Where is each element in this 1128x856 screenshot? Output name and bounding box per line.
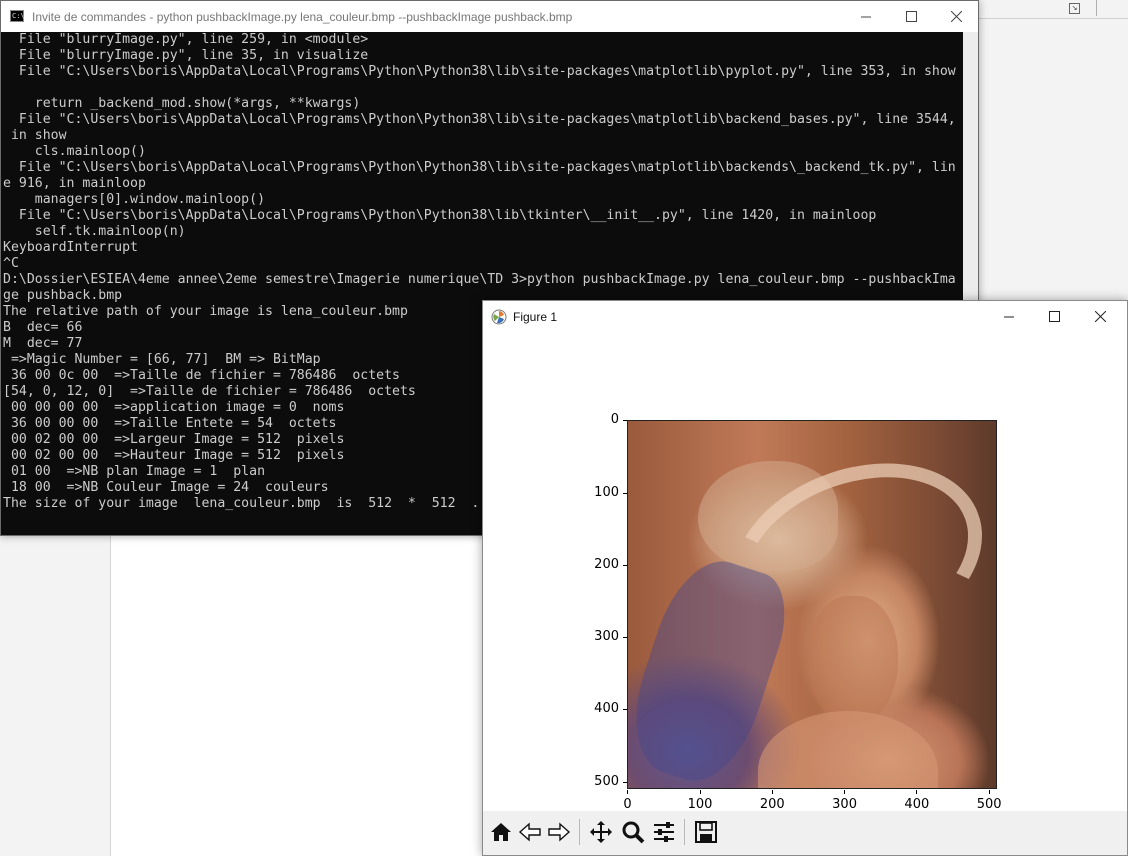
console-line: self.tk.mainloop(n) [3, 224, 186, 239]
y-tick-mark [623, 492, 627, 494]
x-tick-label: 400 [904, 797, 930, 812]
y-tick-mark [623, 564, 627, 566]
x-tick-label: 500 [976, 797, 1002, 812]
forward-button[interactable] [545, 817, 573, 847]
ribbon-separator [1096, 0, 1097, 16]
back-button[interactable] [516, 817, 544, 847]
y-tick-label: 0 [610, 412, 619, 428]
console-line: return _backend_mod.show(*args, **kwargs… [3, 96, 361, 111]
minimize-button[interactable] [843, 1, 889, 32]
figure-canvas[interactable]: 0 100 200 300 400 500 0 100 200 300 400 500 [483, 332, 1127, 812]
figure-maximize-button[interactable] [1031, 301, 1077, 332]
configure-subplots-button[interactable] [650, 817, 678, 847]
toolbar-separator [579, 819, 580, 845]
figure-minimize-button[interactable] [986, 301, 1032, 332]
forward-icon [548, 822, 571, 842]
matplotlib-icon [491, 309, 507, 325]
x-tick-label: 100 [687, 797, 713, 812]
console-line: e 916, in mainloop [3, 176, 146, 191]
x-tick-mark [988, 790, 990, 794]
background-ribbon [978, 0, 1128, 19]
figure-title: Figure 1 [513, 310, 558, 324]
y-tick-label: 200 [594, 556, 619, 572]
x-tick-mark [699, 790, 701, 794]
x-tick-mark [771, 790, 773, 794]
x-tick-label: 200 [759, 797, 785, 812]
y-tick-label: 100 [594, 484, 619, 500]
y-tick-mark [623, 781, 627, 783]
maximize-icon [905, 11, 917, 22]
console-line: KeyboardInterrupt [3, 240, 138, 255]
console-line: File "C:\Users\boris\AppData\Local\Progr… [3, 208, 877, 223]
x-tick-label: 0 [623, 797, 632, 812]
console-line: File "blurryImage.py", line 35, in visua… [3, 48, 369, 63]
x-tick-label: 300 [832, 797, 857, 812]
home-icon [491, 823, 511, 841]
toolbar-separator [684, 819, 685, 845]
back-icon [518, 822, 541, 842]
console-line: in show [3, 128, 67, 143]
y-tick-label: 400 [594, 701, 619, 717]
minimize-icon [1004, 316, 1014, 317]
home-button[interactable] [487, 817, 515, 847]
y-tick-mark [623, 637, 627, 639]
pan-icon [590, 821, 612, 843]
console-line: cls.mainloop() [3, 144, 146, 159]
console-line: File "C:\Users\boris\AppData\Local\Progr… [3, 64, 956, 79]
figure-close-button[interactable] [1077, 301, 1123, 332]
console-title: Invite de commandes - python pushbackIma… [32, 10, 573, 24]
y-tick-label: 500 [594, 773, 619, 789]
shoulder-shape [758, 711, 938, 788]
minimize-icon [861, 16, 871, 17]
console-titlebar[interactable]: C:\ Invite de commandes - python pushbac… [1, 1, 978, 32]
close-icon [1094, 311, 1106, 322]
x-tick-mark [916, 790, 918, 794]
x-tick-mark [627, 790, 629, 794]
configure-subplots-icon [654, 822, 674, 842]
figure-toolbar [483, 811, 1127, 855]
y-tick-label: 300 [594, 629, 619, 645]
face-shape [808, 596, 898, 726]
pan-button[interactable] [587, 817, 615, 847]
console-line: D:\Dossier\ESIEA\4eme annee\2eme semestr… [3, 272, 956, 287]
console-line: File "blurryImage.py", line 259, in <mod… [3, 32, 369, 47]
cmd-icon: C:\ [10, 10, 25, 22]
console-line: File "C:\Users\boris\AppData\Local\Progr… [3, 112, 956, 127]
lena-image[interactable] [627, 420, 997, 789]
zoom-icon [622, 821, 645, 844]
figure-titlebar[interactable]: Figure 1 [483, 301, 1127, 332]
console-line: ^C [3, 256, 19, 271]
maximize-button[interactable] [888, 1, 934, 32]
close-icon [950, 11, 962, 22]
y-tick-mark [623, 420, 627, 422]
y-tick-mark [623, 709, 627, 711]
ribbon-expander-icon[interactable]: ↘ [1069, 3, 1080, 14]
close-button[interactable] [933, 1, 979, 32]
x-tick-mark [844, 790, 846, 794]
maximize-icon [1048, 311, 1060, 322]
figure-window: Figure 1 0 100 200 300 400 500 0 100 200 300 400 50… [482, 300, 1128, 856]
console-line: File "C:\Users\boris\AppData\Local\Progr… [3, 160, 956, 175]
console-line: managers[0].window.mainloop() [3, 192, 266, 207]
save-icon [695, 821, 717, 843]
zoom-button[interactable] [619, 817, 647, 847]
save-button[interactable] [692, 817, 720, 847]
